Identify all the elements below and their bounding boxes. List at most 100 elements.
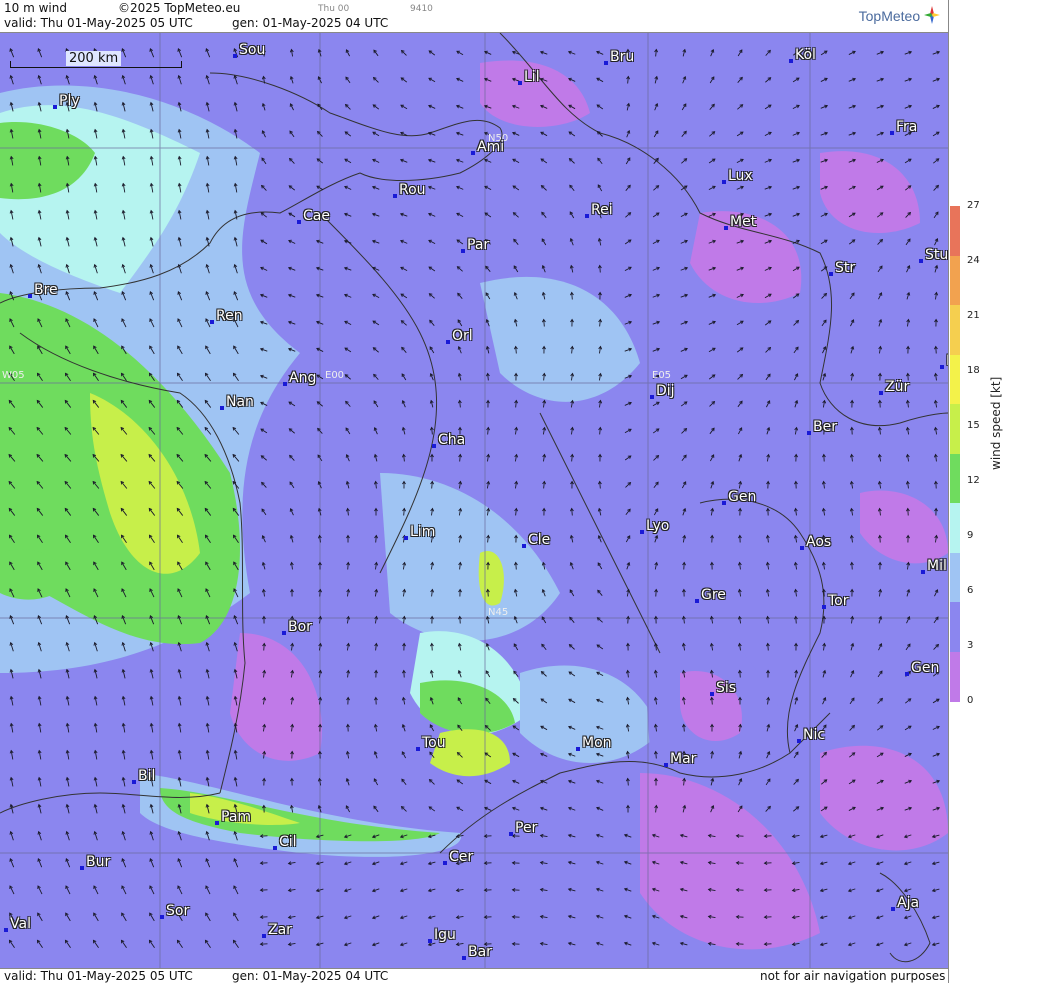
footer-valid: valid: Thu 01-May-2025 05 UTC [4,969,193,983]
city-label: Orl [452,328,473,344]
city-marker [585,214,589,218]
city-marker [797,739,801,743]
city-marker [604,61,608,65]
legend-tick: 6 [967,585,973,596]
city-label: Zar [268,922,292,938]
city-label: Lux [728,168,753,184]
city-label: Per [515,820,537,836]
legend-title: wind speed [kt] [989,377,1003,470]
wind-map: 200 km N50 N45 W05 E00 E05 SouBruKölLilP… [0,33,948,968]
legend-swatch [950,553,960,604]
legend-swatch [950,454,960,505]
city-label: Gen [728,489,756,505]
city-marker [53,105,57,109]
city-label: Ber [813,419,837,435]
grid-label-w05: W05 [2,370,25,381]
city-label: Mil [927,558,947,574]
city-marker [695,599,699,603]
city-marker [640,530,644,534]
city-marker [576,747,580,751]
topmeteo-logo: TopMeteo [859,6,940,24]
city-marker [905,672,909,676]
grid-label-n45: N45 [488,607,508,618]
city-marker [891,907,895,911]
city-marker [432,444,436,448]
city-label: Met [730,214,756,230]
city-marker [940,365,944,369]
city-marker [404,536,408,540]
legend-swatch [950,206,960,257]
city-marker [800,546,804,550]
city-label: Cha [438,432,465,448]
city-marker [710,692,714,696]
city-marker [664,763,668,767]
footer-gen: gen: 01-May-2025 04 UTC [232,969,388,983]
city-marker [522,544,526,548]
city-marker [722,180,726,184]
city-label: Bil [138,768,155,784]
legend-tick: 24 [967,255,980,266]
legend-swatch [950,602,960,653]
city-label: Cer [449,849,473,865]
city-label: Ami [477,139,504,155]
city-label: Fra [896,119,917,135]
city-marker [210,320,214,324]
city-marker [416,747,420,751]
city-marker [822,605,826,609]
city-marker [262,934,266,938]
legend-swatch [950,652,960,703]
grid-label-e05: E05 [652,370,671,381]
legend-tick: 15 [967,420,980,431]
city-marker [921,570,925,574]
legend-tick: 12 [967,475,980,486]
legend-tick: 21 [967,310,980,321]
city-marker [282,631,286,635]
city-label: Bar [468,944,492,960]
legend-tick: 3 [967,640,973,651]
gen-time: gen: 01-May-2025 04 UTC [232,16,388,30]
legend-swatch [950,355,960,406]
city-label: Pam [221,809,251,825]
city-label: Bru [610,49,634,65]
city-label: Aja [897,895,919,911]
city-marker [446,340,450,344]
city-marker [428,939,432,943]
city-label: Gre [701,587,726,603]
city-label: Tor [828,593,849,609]
legend-panel: 2724211815129630 wind speed [kt] [948,0,1039,983]
small-day: Thu 00 [318,4,349,14]
city-label: Ren [216,308,243,324]
city-label: Cae [303,208,330,224]
city-marker [462,956,466,960]
logo-text: TopMeteo [859,8,920,24]
city-marker [233,54,237,58]
legend-swatch [950,305,960,356]
city-marker [297,220,301,224]
city-label: Gen [911,660,939,676]
small-code: 9410 [410,4,433,14]
city-marker [80,866,84,870]
wind-field [0,33,948,968]
city-label: Nan [226,394,254,410]
city-label: Dij [656,383,675,399]
city-marker [722,501,726,505]
city-label: Par [467,237,489,253]
city-label: Sor [166,903,189,919]
grid-label-e00: E00 [325,370,344,381]
city-label: Mar [670,751,696,767]
legend-swatch [950,404,960,455]
city-marker [215,821,219,825]
legend-tick: 9 [967,530,973,541]
city-label: Aos [806,534,831,550]
city-label: Lil [524,69,540,85]
city-marker [890,131,894,135]
footer-disclaimer: not for air navigation purposes [760,969,945,983]
city-marker [461,249,465,253]
scale-label: 200 km [66,51,121,66]
city-label: Val [10,916,31,932]
city-label: Tou [422,735,446,751]
city-label: Rou [399,182,426,198]
city-label: Lim [410,524,435,540]
city-label: Lyo [646,518,669,534]
city-label: Bor [288,619,312,635]
